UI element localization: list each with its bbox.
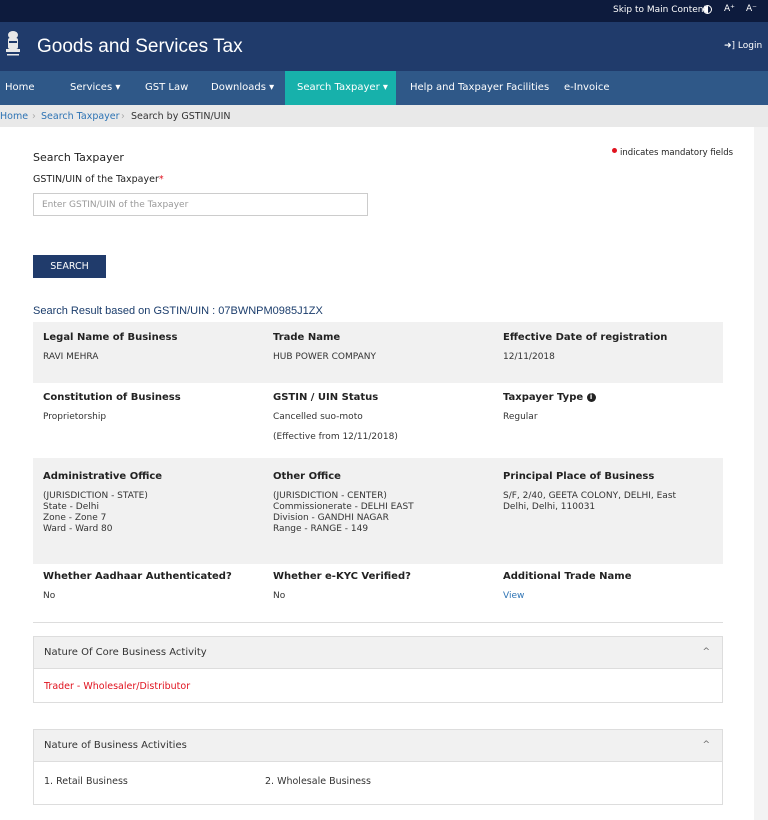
aadhaar-label: Whether Aadhaar Authenticated? bbox=[43, 571, 232, 582]
aadhaar-value: No bbox=[43, 591, 56, 601]
required-dot-icon bbox=[612, 148, 617, 153]
nav-home[interactable]: Home bbox=[0, 71, 36, 105]
info-icon[interactable]: i bbox=[586, 393, 596, 402]
login-link[interactable]: ➜] Login bbox=[724, 41, 762, 51]
gstin-input[interactable] bbox=[33, 193, 368, 216]
result-row-2: Constitution of Business Proprietorship … bbox=[33, 383, 723, 458]
ekyc-label: Whether e-KYC Verified? bbox=[273, 571, 411, 582]
breadcrumb-home[interactable]: Home bbox=[0, 111, 28, 122]
breadcrumb-search-taxpayer[interactable]: Search Taxpayer bbox=[41, 111, 120, 122]
other-office-line: Commissionerate - DELHI EAST bbox=[273, 502, 414, 512]
legal-name-label: Legal Name of Business bbox=[43, 332, 178, 343]
gstin-field-label: GSTIN/UIN of the Taxpayer* bbox=[33, 174, 164, 185]
ppob-line: S/F, 2/40, GEETA COLONY, DELHI, East bbox=[503, 491, 677, 501]
chevron-up-icon: ^ bbox=[702, 647, 710, 657]
gstin-status-label: GSTIN / UIN Status bbox=[273, 392, 379, 403]
site-title[interactable]: Goods and Services Tax bbox=[37, 36, 243, 58]
other-office-line: Division - GANDHI NAGAR bbox=[273, 513, 389, 523]
mandatory-note: indicates mandatory fields bbox=[612, 148, 733, 158]
other-office-line: Range - RANGE - 149 bbox=[273, 524, 369, 534]
chevron-up-icon: ^ bbox=[702, 740, 710, 750]
main-nav: Home Services ▾ GST Law Downloads ▾ Sear… bbox=[0, 71, 768, 105]
result-row-3: Administrative Office (JURISDICTION - ST… bbox=[33, 458, 723, 564]
admin-office-line: (JURISDICTION - STATE) bbox=[43, 491, 148, 501]
business-activity-item: 1. Retail Business bbox=[44, 776, 128, 787]
core-activity-header[interactable]: Nature Of Core Business Activity ^ bbox=[34, 637, 722, 669]
ekyc-value: No bbox=[273, 591, 286, 601]
admin-office-line: State - Delhi bbox=[43, 502, 99, 512]
taxpayer-type-value: Regular bbox=[503, 412, 538, 422]
ppob-label: Principal Place of Business bbox=[503, 471, 655, 482]
gstin-status-effective: (Effective from 12/11/2018) bbox=[273, 432, 398, 442]
contrast-toggle-icon[interactable] bbox=[703, 5, 712, 14]
breadcrumb-separator: › bbox=[32, 111, 36, 122]
skip-to-main-link[interactable]: Skip to Main Content bbox=[613, 5, 707, 15]
additional-trade-view-link[interactable]: View bbox=[503, 591, 631, 602]
effective-date-label: Effective Date of registration bbox=[503, 332, 668, 343]
chevron-down-icon: ▾ bbox=[379, 82, 388, 93]
nav-e-invoice[interactable]: e-Invoice bbox=[553, 71, 623, 105]
breadcrumb-separator: › bbox=[121, 111, 125, 122]
result-heading: Search Result based on GSTIN/UIN : 07BWN… bbox=[33, 305, 323, 317]
nav-downloads[interactable]: Downloads ▾ bbox=[199, 71, 283, 105]
additional-trade-label: Additional Trade Name bbox=[503, 571, 632, 582]
other-office-line: (JURISDICTION - CENTER) bbox=[273, 491, 387, 501]
utility-bar: Skip to Main Content A⁺ A⁻ bbox=[0, 0, 768, 22]
trade-name-value: HUB POWER COMPANY bbox=[273, 352, 376, 362]
core-activity-title: Nature Of Core Business Activity bbox=[44, 647, 207, 658]
breadcrumb-current: Search by GSTIN/UIN bbox=[131, 111, 231, 122]
effective-date-value: 12/11/2018 bbox=[503, 352, 555, 362]
business-activities-title: Nature of Business Activities bbox=[44, 740, 187, 751]
other-office-label: Other Office bbox=[273, 471, 341, 482]
site-header: Goods and Services Tax ➜] Login bbox=[0, 22, 768, 71]
business-activities-accordion: Nature of Business Activities ^ 1. Retai… bbox=[33, 729, 723, 805]
admin-office-label: Administrative Office bbox=[43, 471, 163, 482]
increase-font-button[interactable]: A⁺ bbox=[724, 4, 735, 14]
core-activity-accordion: Nature Of Core Business Activity ^ Trade… bbox=[33, 636, 723, 703]
breadcrumb: Home › Search Taxpayer › Search by GSTIN… bbox=[0, 105, 768, 127]
business-activity-item: 2. Wholesale Business bbox=[265, 776, 371, 787]
gstin-status-value: Cancelled suo-moto bbox=[273, 412, 363, 422]
taxpayer-type-label: Taxpayer Type i bbox=[503, 392, 596, 403]
trade-name-label: Trade Name bbox=[273, 332, 341, 343]
nav-services[interactable]: Services ▾ bbox=[59, 71, 139, 105]
form-title: Search Taxpayer bbox=[33, 151, 124, 164]
constitution-value: Proprietorship bbox=[43, 412, 107, 422]
admin-office-line: Zone - Zone 7 bbox=[43, 513, 107, 523]
national-emblem-icon bbox=[6, 31, 20, 56]
divider bbox=[33, 622, 723, 623]
ppob-line: Delhi, Delhi, 110031 bbox=[503, 502, 596, 512]
login-icon: ➜] bbox=[724, 41, 738, 51]
nav-help[interactable]: Help and Taxpayer Facilities bbox=[398, 71, 553, 105]
decrease-font-button[interactable]: A⁻ bbox=[746, 4, 757, 14]
search-button[interactable]: SEARCH bbox=[33, 255, 106, 278]
admin-office-line: Ward - Ward 80 bbox=[43, 524, 113, 534]
legal-name-value: RAVI MEHRA bbox=[43, 352, 99, 362]
chevron-down-icon: ▾ bbox=[265, 82, 275, 93]
business-activities-header[interactable]: Nature of Business Activities ^ bbox=[34, 730, 722, 762]
result-row-1: Legal Name of Business RAVI MEHRA Trade … bbox=[33, 322, 723, 383]
constitution-label: Constitution of Business bbox=[43, 392, 181, 403]
required-asterisk: * bbox=[158, 174, 164, 185]
chevron-down-icon: ▾ bbox=[112, 82, 121, 93]
scrollbar[interactable] bbox=[754, 127, 768, 820]
result-row-4: Whether Aadhaar Authenticated? No Whethe… bbox=[33, 564, 723, 614]
nav-search-taxpayer[interactable]: Search Taxpayer ▾ bbox=[285, 71, 396, 105]
core-activity-value: Trader - Wholesaler/Distributor bbox=[44, 681, 191, 692]
nav-gst-law[interactable]: GST Law bbox=[134, 71, 194, 105]
